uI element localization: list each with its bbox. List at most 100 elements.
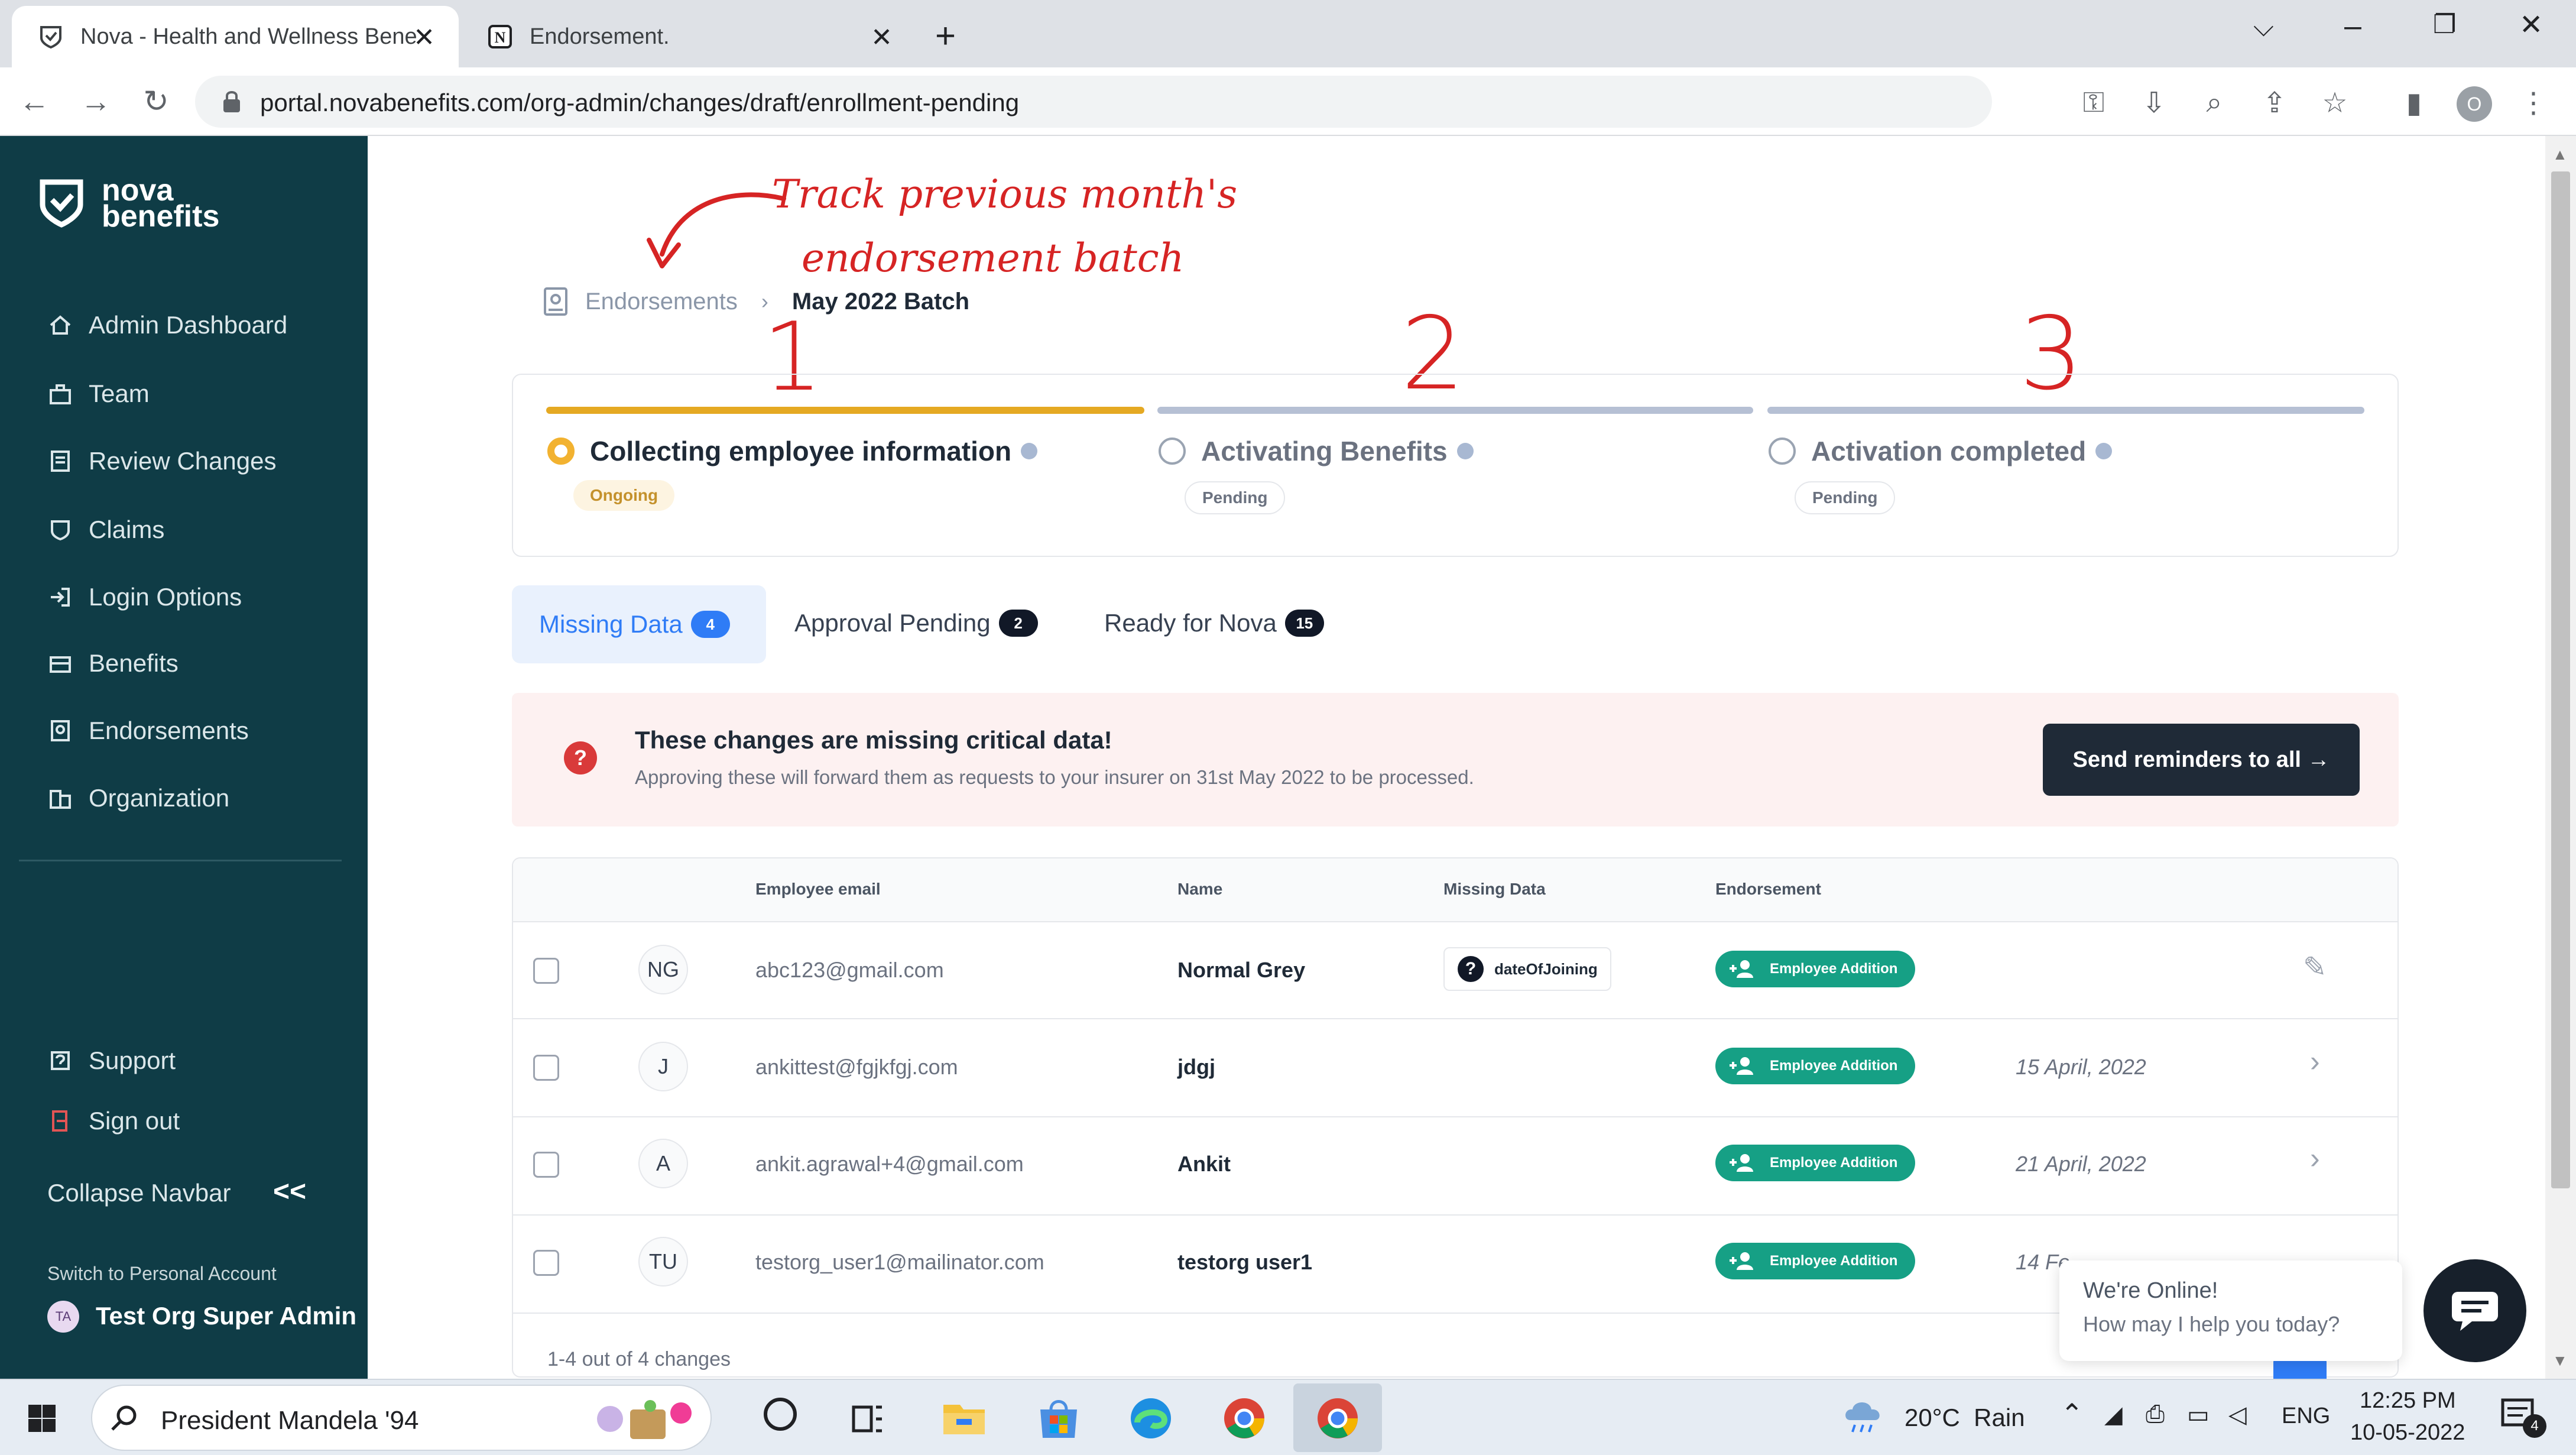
scrollbar-thumb[interactable] (2551, 171, 2570, 1188)
clock-date[interactable]: 10-05-2022 (2350, 1420, 2465, 1446)
row-checkbox[interactable] (533, 1055, 559, 1081)
page-scrollbar[interactable]: ▲ ▼ (2545, 136, 2576, 1379)
bookmark-star-icon[interactable]: ☆ (2317, 85, 2353, 121)
close-window-icon[interactable]: ✕ (2519, 8, 2543, 41)
missing-field-chip: ? dateOfJoining (1443, 947, 1611, 991)
search-highlight-illustration-icon (597, 1400, 692, 1439)
chrome-profile-icon[interactable] (1312, 1393, 1363, 1444)
address-bar[interactable]: portal.novabenefits.com/org-admin/change… (195, 76, 1992, 128)
missing-question-icon: ? (1458, 956, 1484, 982)
sidebar-item-claims[interactable]: Claims (48, 512, 164, 547)
microsoft-store-icon[interactable] (1033, 1393, 1084, 1444)
sidebar-item-sign-out[interactable]: Sign out (48, 1103, 180, 1139)
send-reminders-button[interactable]: Send reminders to all → (2043, 724, 2360, 796)
close-tab-icon[interactable]: ✕ (871, 22, 893, 53)
back-arrow-icon[interactable]: ← (15, 83, 53, 121)
step-active-radio-icon (547, 438, 575, 465)
side-panel-icon[interactable]: ▮ (2396, 85, 2432, 121)
nova-logo[interactable]: nova benefits (39, 175, 219, 232)
windows-start-icon[interactable] (17, 1393, 67, 1444)
row-checkbox[interactable] (533, 1250, 559, 1276)
chevron-right-icon[interactable]: › (2310, 1044, 2320, 1078)
alert-question-icon: ? (564, 741, 597, 775)
sidebar-item-support[interactable]: Support (48, 1043, 176, 1078)
endorsement-pill: Employee Addition (1715, 1145, 1915, 1181)
row-checkbox[interactable] (533, 958, 559, 984)
search-icon (111, 1405, 137, 1431)
cortana-icon[interactable] (764, 1398, 797, 1431)
switch-account-link[interactable]: Switch to Personal Account (47, 1263, 277, 1285)
notion-favicon-icon: N (488, 25, 512, 48)
chevron-right-icon[interactable]: › (2310, 1141, 2320, 1175)
employee-name: Normal Grey (1177, 958, 1306, 982)
search-box-text: President Mandela '94 (161, 1406, 419, 1435)
reload-icon[interactable]: ↻ (137, 83, 175, 121)
forward-arrow-icon[interactable]: → (77, 83, 115, 121)
sidebar-item-login-options[interactable]: Login Options (48, 579, 242, 615)
sidebar-item-team[interactable]: Team (48, 376, 150, 411)
support-icon (51, 1051, 70, 1070)
tab-ready-for-nova[interactable]: Ready for Nova 15 (1104, 609, 1324, 637)
breadcrumb-parent-link[interactable]: Endorsements (585, 289, 738, 315)
sidebar: nova benefits Admin Dashboard Team Revie… (0, 136, 368, 1379)
share-icon[interactable]: ⇪ (2257, 85, 2292, 121)
info-icon[interactable] (1021, 443, 1038, 459)
tab-search-chevron-icon[interactable]: ⌵ (2253, 11, 2274, 44)
volume-icon[interactable]: ◁ (2228, 1401, 2247, 1428)
task-view-icon[interactable] (843, 1393, 894, 1444)
password-key-icon[interactable]: ⚿ (2076, 85, 2111, 121)
browser-tab-endorsement[interactable]: N Endorsement. ✕ (461, 6, 916, 67)
scroll-up-icon[interactable]: ▲ (2552, 145, 2568, 164)
scroll-down-icon[interactable]: ▼ (2552, 1352, 2568, 1370)
rain-cloud-icon[interactable] (1841, 1394, 1886, 1439)
endorsement-date: 21 April, 2022 (2016, 1152, 2146, 1176)
sidebar-item-label: Benefits (89, 649, 179, 677)
clock-time[interactable]: 12:25 PM (2360, 1388, 2456, 1414)
close-tab-icon[interactable]: ✕ (413, 22, 435, 53)
breadcrumb-chevron-icon: › (761, 289, 768, 313)
meet-now-icon[interactable]: ⎙ (2146, 1401, 2165, 1428)
network-icon[interactable]: ◢ (2104, 1401, 2123, 1428)
new-tab-button[interactable]: + (935, 15, 956, 56)
chat-line-2: How may I help you today? (2083, 1312, 2340, 1336)
install-app-icon[interactable]: ⇩ (2136, 85, 2172, 121)
tab-approval-pending[interactable]: Approval Pending 2 (794, 609, 1038, 637)
sidebar-divider (19, 860, 342, 861)
sidebar-item-benefits[interactable]: Benefits (48, 646, 179, 681)
notification-count-badge: 4 (2523, 1414, 2546, 1438)
step-2-status-badge: Pending (1185, 481, 1286, 514)
battery-icon[interactable]: ▭ (2187, 1401, 2210, 1428)
step-3-title: Activation completed (1769, 435, 2113, 467)
tab-missing-data[interactable]: Missing Data 4 (512, 585, 766, 663)
employee-avatar: TU (638, 1237, 688, 1287)
profile-avatar[interactable]: O (2457, 86, 2492, 122)
employee-avatar: J (638, 1042, 688, 1091)
browser-tab-nova[interactable]: Nova - Health and Wellness Bene ✕ (12, 6, 459, 67)
minimize-window-icon[interactable]: – (2344, 8, 2361, 44)
alert-subtitle: Approving these will forward them as req… (635, 766, 1474, 788)
tab-count-badge: 4 (690, 611, 730, 638)
edit-pencil-icon[interactable]: ✎ (2303, 951, 2327, 984)
edge-browser-icon[interactable] (1125, 1393, 1176, 1444)
sidebar-item-organization[interactable]: Organization (48, 780, 229, 816)
input-language[interactable]: ENG (2282, 1404, 2330, 1429)
chrome-icon[interactable] (1219, 1393, 1270, 1444)
sidebar-item-admin-dashboard[interactable]: Admin Dashboard (48, 307, 287, 343)
restore-window-icon[interactable]: ❐ (2433, 9, 2456, 40)
info-icon[interactable] (1456, 443, 1474, 459)
file-explorer-icon[interactable] (939, 1393, 989, 1444)
endorsement-type: Employee Addition (1770, 1058, 1898, 1074)
info-icon[interactable] (2095, 443, 2113, 459)
header-name: Name (1177, 880, 1223, 898)
taskbar-search-box[interactable]: President Mandela '94 (91, 1385, 712, 1451)
sidebar-item-endorsements[interactable]: Endorsements (48, 713, 249, 748)
chat-launcher-button[interactable] (2423, 1259, 2526, 1362)
browser-menu-icon[interactable]: ⋮ (2516, 85, 2551, 121)
zoom-icon[interactable]: ⌕ (2197, 85, 2232, 121)
chat-greeting-bubble[interactable]: We're Online! How may I help you today? (2059, 1260, 2402, 1361)
user-avatar[interactable]: TA (47, 1301, 79, 1333)
collapse-navbar-icon[interactable]: << (273, 1175, 306, 1208)
row-checkbox[interactable] (533, 1152, 559, 1178)
sidebar-item-review-changes[interactable]: Review Changes (48, 443, 277, 479)
show-hidden-icons-chevron-icon[interactable]: ⌃ (2061, 1398, 2084, 1430)
